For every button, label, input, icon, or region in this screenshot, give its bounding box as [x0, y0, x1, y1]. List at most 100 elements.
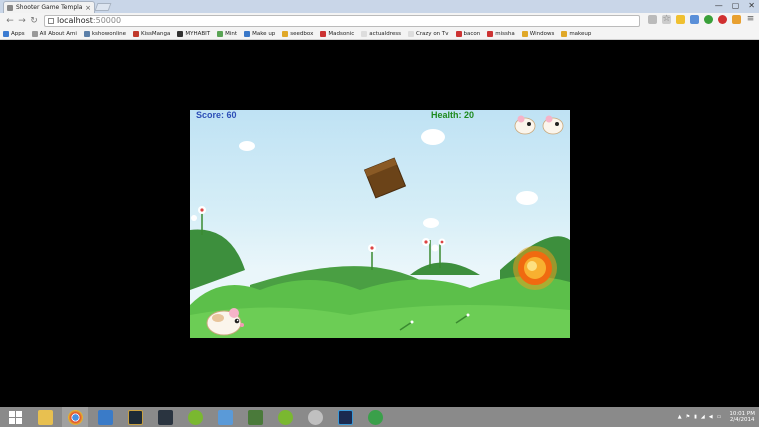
bookmark-item[interactable]: Mint [217, 31, 237, 37]
adblock-icon[interactable] [718, 15, 727, 24]
minimize-button[interactable]: — [715, 0, 723, 12]
bookmark-item[interactable]: Windows [521, 31, 555, 37]
bookmark-item[interactable]: Madsonic [320, 31, 354, 37]
browser-tab[interactable]: Shooter Game Templa × [3, 1, 95, 13]
bookmark-label: Make up [252, 31, 276, 37]
taskbar-spotify-2[interactable] [272, 407, 298, 427]
tray-keyboard-icon[interactable]: ▭ [717, 414, 722, 420]
bookmark-item[interactable]: Make up [244, 31, 275, 37]
url-port: :50000 [92, 16, 122, 25]
bookmark-label: MYHABIT [185, 31, 211, 37]
tab-title: Shooter Game Templa [16, 4, 83, 11]
folder-icon [37, 409, 53, 425]
clock-date: 2/4/2014 [729, 417, 755, 423]
bookmark-item[interactable]: missha [487, 31, 515, 37]
game-canvas[interactable]: Score: 60 Health: 20 [190, 110, 570, 338]
bookmark-label: KissManga [141, 31, 171, 37]
flower-group [368, 244, 376, 270]
browser-toolbar: ← → ↻ localhost:50000 ☆ ≡ [0, 13, 759, 29]
taskbar-settings[interactable] [302, 407, 328, 427]
bookmark-item[interactable]: All About Ami [31, 31, 77, 37]
bookmark-label: kshowonline [91, 31, 127, 37]
forward-button[interactable]: → [16, 16, 28, 26]
tab-strip: Shooter Game Templa × — ▢ ✕ [0, 0, 759, 13]
bookmark-item[interactable]: makeup [561, 31, 591, 37]
taskbar [0, 407, 759, 427]
page-favicon-icon [7, 4, 13, 11]
chrome-icon [67, 409, 83, 425]
tray-battery-icon[interactable]: ▮ [694, 414, 697, 420]
tray-flag-icon[interactable]: ⚑ [686, 414, 690, 420]
bookmark-icon [282, 31, 289, 37]
cloud [421, 129, 445, 145]
tray-volume-icon[interactable]: ◀ [709, 414, 713, 420]
share-icon[interactable] [648, 15, 657, 24]
close-window-button[interactable]: ✕ [748, 0, 755, 12]
bookmark-label: bacon [463, 31, 481, 37]
spotify-icon [187, 409, 203, 425]
tab-close-icon[interactable]: × [85, 4, 91, 12]
bookmark-icon [361, 31, 368, 37]
photoshop-icon [337, 409, 353, 425]
system-tray: ▲ ⚑ ▮ ◢ ◀ ▭ 10:01 PM 2/4/2014 [678, 407, 755, 427]
visual-studio-icon [97, 409, 113, 425]
address-bar[interactable]: localhost:50000 [44, 15, 640, 27]
bookmark-label: Crazy on Tv [415, 31, 449, 37]
back-button[interactable]: ← [4, 16, 16, 26]
taskbar-photoshop[interactable] [332, 407, 358, 427]
green-extension-icon[interactable] [704, 15, 713, 24]
bookmark-item[interactable]: seedbox [282, 31, 313, 37]
falling-crate [363, 157, 407, 199]
clock[interactable]: 10:01 PM 2/4/2014 [729, 411, 755, 423]
bookmark-icon [455, 31, 462, 37]
url-host: localhost [57, 16, 93, 25]
league-icon [127, 409, 143, 425]
taskbar-hangouts[interactable] [362, 407, 388, 427]
minecraft-icon [247, 409, 263, 425]
menu-icon[interactable]: ≡ [746, 15, 755, 24]
page-icon [48, 18, 54, 24]
taskbar-chrome[interactable] [62, 407, 88, 427]
bookmarks-bar: Apps All About Ami kshowonline KissManga MYH… [0, 29, 759, 40]
cloud [239, 141, 255, 151]
bullet-tip [410, 320, 414, 324]
taskbar-explorer[interactable] [32, 407, 58, 427]
health-label: Health: 20 [431, 110, 475, 120]
taskbar-spotify[interactable] [182, 407, 208, 427]
bookmark-item[interactable]: Crazy on Tv [407, 31, 449, 37]
bookmark-item[interactable]: MYHABIT [177, 31, 210, 37]
bookmark-item[interactable]: Apps [3, 31, 25, 37]
note-extension-icon[interactable] [676, 15, 685, 24]
bookmark-item[interactable]: kshowonline [83, 31, 127, 37]
bookmark-icon [521, 31, 528, 37]
extensions-area: ☆ ≡ [648, 15, 755, 24]
reload-button[interactable]: ↻ [28, 16, 40, 26]
taskbar-steam[interactable] [152, 407, 178, 427]
bookmark-icon [3, 31, 9, 37]
star-icon[interactable]: ☆ [662, 15, 671, 24]
bookmark-icon [83, 31, 90, 37]
bookmark-item[interactable]: actualdress [361, 31, 401, 37]
bookmark-item[interactable]: bacon [455, 31, 481, 37]
life-icon [542, 115, 564, 135]
taskbar-visual-studio[interactable] [92, 407, 118, 427]
cloud [516, 191, 538, 205]
tray-network-icon[interactable]: ◢ [701, 414, 705, 420]
taskbar-league[interactable] [122, 407, 148, 427]
bookmark-label: missha [495, 31, 515, 37]
taskbar-network[interactable] [212, 407, 238, 427]
hangouts-icon [367, 409, 383, 425]
bookmark-label: Mint [225, 31, 238, 37]
bell-extension-icon[interactable] [732, 15, 741, 24]
taskbar-minecraft[interactable] [242, 407, 268, 427]
phone-extension-icon[interactable] [690, 15, 699, 24]
bookmark-icon [31, 31, 38, 37]
bookmark-label: Windows [529, 31, 555, 37]
bookmark-icon [244, 31, 251, 37]
bookmark-item[interactable]: KissManga [133, 31, 170, 37]
cloud [423, 218, 439, 228]
restore-button[interactable]: ▢ [732, 0, 740, 12]
new-tab-button[interactable] [94, 3, 112, 11]
tray-arrow-icon[interactable]: ▲ [678, 414, 682, 420]
start-button[interactable] [2, 407, 28, 427]
